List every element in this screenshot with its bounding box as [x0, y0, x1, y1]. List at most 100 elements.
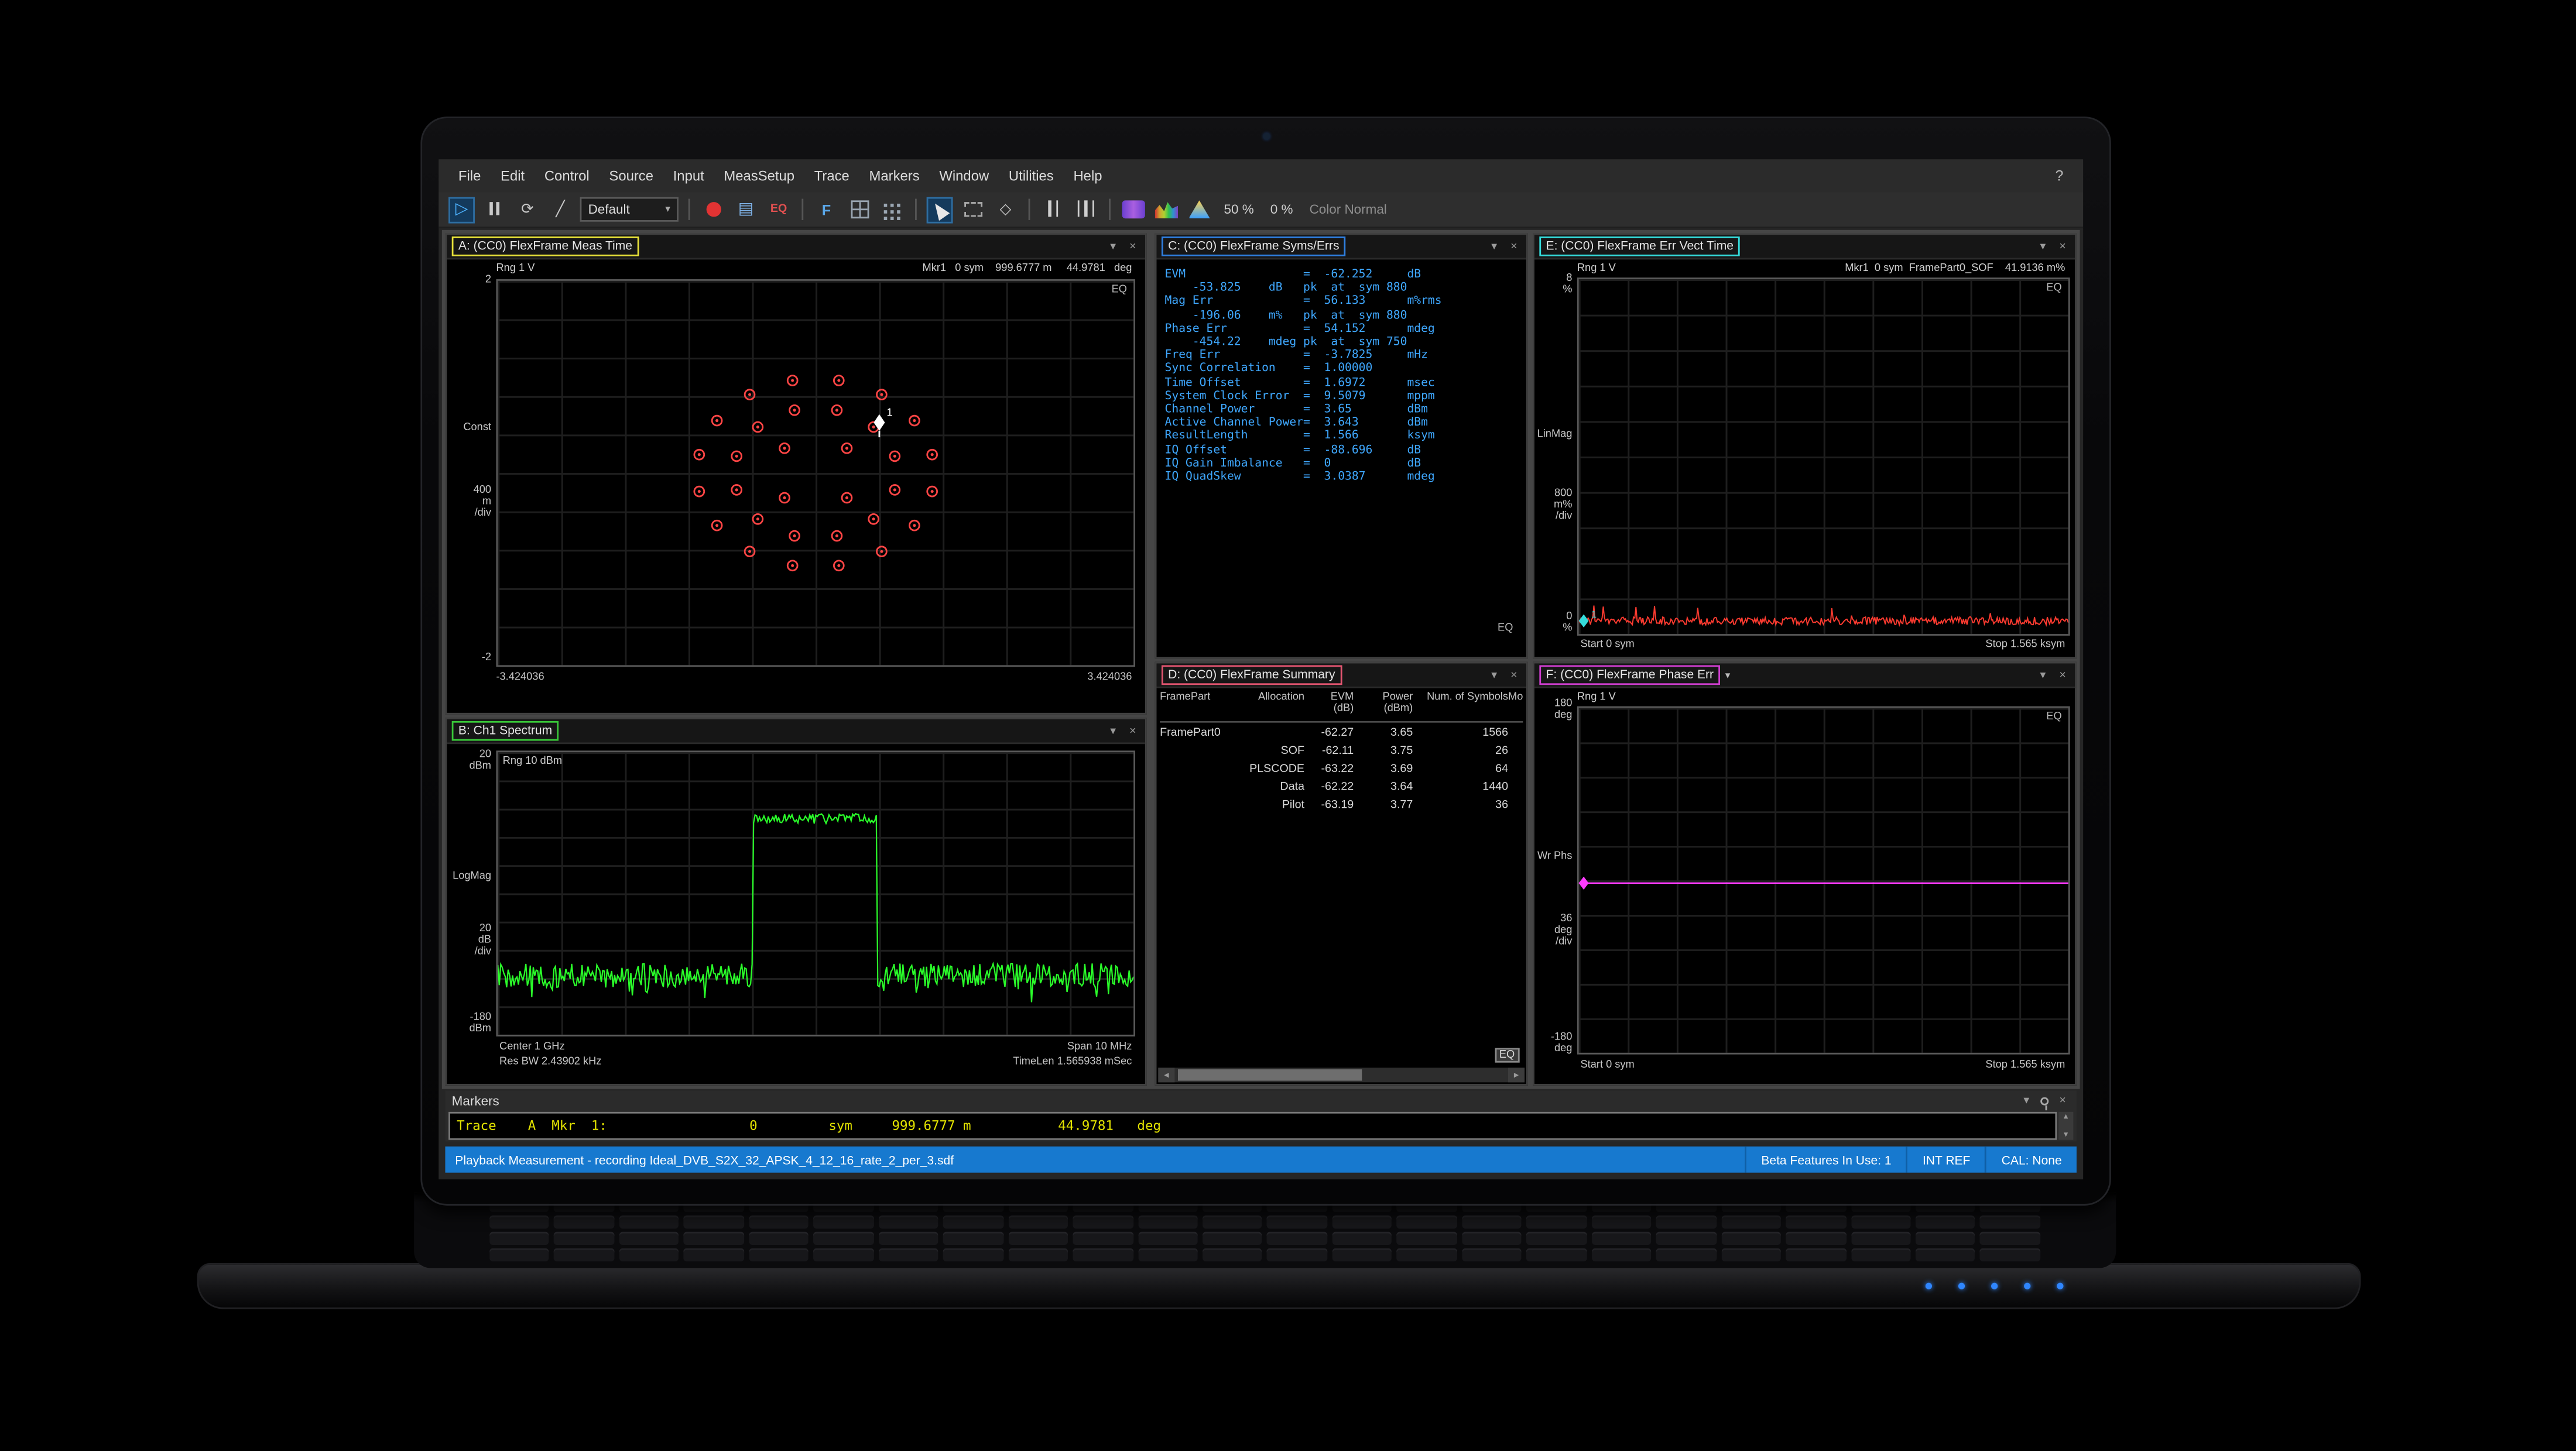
panel-a-body: Rng 1 V Mkr1 0 sym 999.6777 m 44.9781 de… — [447, 259, 1145, 712]
chevron-down-icon[interactable]: ▾ — [1106, 239, 1121, 253]
close-icon[interactable]: × — [1125, 723, 1140, 738]
x-axis-max-label: 3.424036 — [1087, 672, 1132, 684]
cone-display-button[interactable] — [1186, 196, 1212, 222]
spectrum-plot[interactable]: Rng 10 dBm — [496, 750, 1135, 1036]
zoom-select-button[interactable] — [960, 196, 986, 222]
err-vect-plot[interactable]: EQ 1 — [1577, 277, 2070, 636]
summary-column-header[interactable]: Allocation — [1235, 691, 1304, 721]
menu-control[interactable]: Control — [535, 164, 600, 187]
horizontal-scrollbar[interactable]: ◄ ► — [1158, 1068, 1525, 1082]
marker-diamond[interactable] — [1579, 615, 1589, 627]
record-button[interactable] — [700, 196, 726, 222]
y-axis-bottom-label: 0 % — [1534, 613, 1573, 635]
summary-column-header[interactable]: Mo — [1508, 691, 1523, 721]
readout-line: IQ Gain Imbalance = 0 dB — [1165, 457, 1522, 470]
menu-edit[interactable]: Edit — [491, 164, 535, 187]
summary-cell: 3.77 — [1354, 800, 1413, 812]
scroll-right-icon[interactable]: ► — [1508, 1068, 1525, 1082]
menu-window[interactable]: Window — [930, 164, 999, 187]
single-sweep-button[interactable]: ╱ — [547, 196, 573, 222]
pin-icon[interactable] — [2040, 1096, 2049, 1104]
scroll-down-icon[interactable]: ▼ — [2062, 1130, 2070, 1140]
summary-column-header[interactable]: EVM (dB) — [1304, 691, 1354, 721]
menu-trace[interactable]: Trace — [804, 164, 859, 187]
close-icon[interactable]: × — [2055, 1093, 2070, 1107]
recording-file-button[interactable]: ▤ — [733, 196, 759, 222]
scroll-up-icon[interactable]: ▲ — [2062, 1112, 2070, 1122]
f-hardkey-button[interactable]: F — [813, 196, 840, 222]
panel-d-title[interactable]: D: (CC0) FlexFrame Summary — [1162, 665, 1342, 685]
band-markers-button[interactable] — [1040, 196, 1066, 222]
marker-diamond[interactable] — [873, 414, 885, 431]
cal-badge[interactable]: CAL: None — [1985, 1147, 2077, 1173]
scrollbar-track[interactable] — [1174, 1068, 1508, 1082]
readout-line: -196.06 m% pk at sym 880 — [1165, 308, 1522, 321]
eq-status-button[interactable]: EQ — [766, 196, 792, 222]
trace-layout-button[interactable] — [879, 196, 905, 222]
phase-display-button[interactable] — [1121, 196, 1147, 222]
int-ref-badge[interactable]: INT REF — [1906, 1147, 1985, 1173]
help-icon[interactable]: ? — [2046, 167, 2074, 184]
chevron-down-icon[interactable]: ▾ — [2019, 1093, 2034, 1107]
menu-source[interactable]: Source — [600, 164, 663, 187]
summary-column-header[interactable]: Power (dBm) — [1354, 691, 1413, 721]
panel-e-title[interactable]: E: (CC0) FlexFrame Err Vect Time — [1539, 236, 1740, 256]
panel-a-title[interactable]: A: (CC0) FlexFrame Meas Time — [452, 236, 639, 256]
chevron-down-icon[interactable]: ▾ — [2036, 668, 2050, 682]
summary-column-header[interactable]: Num. of Symbols — [1413, 691, 1508, 721]
phase-err-plot[interactable]: EQ — [1577, 706, 2070, 1055]
offset-markers-button[interactable] — [1073, 196, 1099, 222]
scrollbar-thumb[interactable] — [1178, 1069, 1361, 1081]
menu-utilities[interactable]: Utilities — [999, 164, 1064, 187]
summary-row[interactable]: PLSCODE-63.223.6964 — [1160, 760, 1523, 778]
toolbar-separator — [688, 199, 690, 220]
panel-f-title[interactable]: F: (CC0) FlexFrame Phase Err — [1539, 665, 1720, 685]
marker-row[interactable]: Trace A Mkr 1: 0 sym 999.6777 m 44.9781 … — [450, 1119, 1161, 1133]
menu-file[interactable]: File — [448, 164, 491, 187]
laptop-lid: File Edit Control Source Input MeasSetup… — [420, 116, 2111, 1205]
transparency-value[interactable]: 50 % — [1219, 202, 1259, 217]
offset-percent-value[interactable]: 0 % — [1265, 202, 1298, 217]
menu-input[interactable]: Input — [663, 164, 714, 187]
layout-grid-button[interactable] — [846, 196, 872, 222]
markers-table[interactable]: Trace A Mkr 1: 0 sym 999.6777 m 44.9781 … — [448, 1112, 2057, 1140]
summary-row[interactable]: Data-62.223.641440 — [1160, 778, 1523, 797]
pointer-tool-button[interactable] — [927, 196, 953, 222]
preset-dropdown[interactable]: Default ▾ — [580, 197, 679, 222]
panel-syms-errs: C: (CC0) FlexFrame Syms/Errs ▾ × EVM = -… — [1155, 233, 1528, 658]
constellation-plot[interactable]: EQ 1 — [496, 279, 1135, 667]
summary-row[interactable]: SOF-62.113.7526 — [1160, 742, 1523, 760]
panel-b-title[interactable]: B: Ch1 Spectrum — [452, 721, 559, 741]
trace-select-caret-icon[interactable]: ▾ — [1725, 669, 1730, 681]
marker-diamond[interactable] — [1579, 877, 1589, 890]
summary-row[interactable]: FramePart0-62.273.651566 — [1160, 724, 1523, 742]
spectrogram-button[interactable] — [1153, 196, 1180, 222]
color-mode-label[interactable]: Color Normal — [1304, 202, 1392, 217]
summary-cell: 3.69 — [1354, 764, 1413, 776]
panel-c-title[interactable]: C: (CC0) FlexFrame Syms/Errs — [1162, 236, 1346, 256]
chevron-down-icon[interactable]: ▾ — [1487, 668, 1502, 682]
y-axis-top-label: 2 — [447, 276, 491, 287]
vertical-scrollbar[interactable]: ▲ ▼ — [2058, 1112, 2073, 1140]
close-icon[interactable]: × — [2055, 668, 2070, 682]
restart-button[interactable]: ⟳ — [514, 196, 540, 222]
key — [1008, 1248, 1068, 1261]
chevron-down-icon[interactable]: ▾ — [2036, 239, 2050, 253]
summary-row[interactable]: Pilot-63.193.7736 — [1160, 797, 1523, 815]
chevron-down-icon[interactable]: ▾ — [1106, 723, 1121, 738]
menu-help[interactable]: Help — [1064, 164, 1112, 187]
close-icon[interactable]: × — [1125, 239, 1140, 253]
marker-tool-button[interactable]: ◇ — [992, 196, 1019, 222]
play-button[interactable]: ▷ — [448, 196, 475, 222]
close-icon[interactable]: × — [1506, 239, 1521, 253]
scroll-left-icon[interactable]: ◄ — [1158, 1068, 1174, 1082]
beta-features-badge[interactable]: Beta Features In Use: 1 — [1745, 1147, 1906, 1173]
menu-markers[interactable]: Markers — [859, 164, 930, 187]
chevron-down-icon[interactable]: ▾ — [1487, 239, 1502, 253]
pause-button[interactable] — [481, 196, 508, 222]
summary-column-header[interactable]: FramePart — [1160, 691, 1235, 721]
close-icon[interactable]: × — [2055, 239, 2070, 253]
menu-meassetup[interactable]: MeasSetup — [714, 164, 804, 187]
key — [1462, 1248, 1522, 1261]
close-icon[interactable]: × — [1506, 668, 1521, 682]
